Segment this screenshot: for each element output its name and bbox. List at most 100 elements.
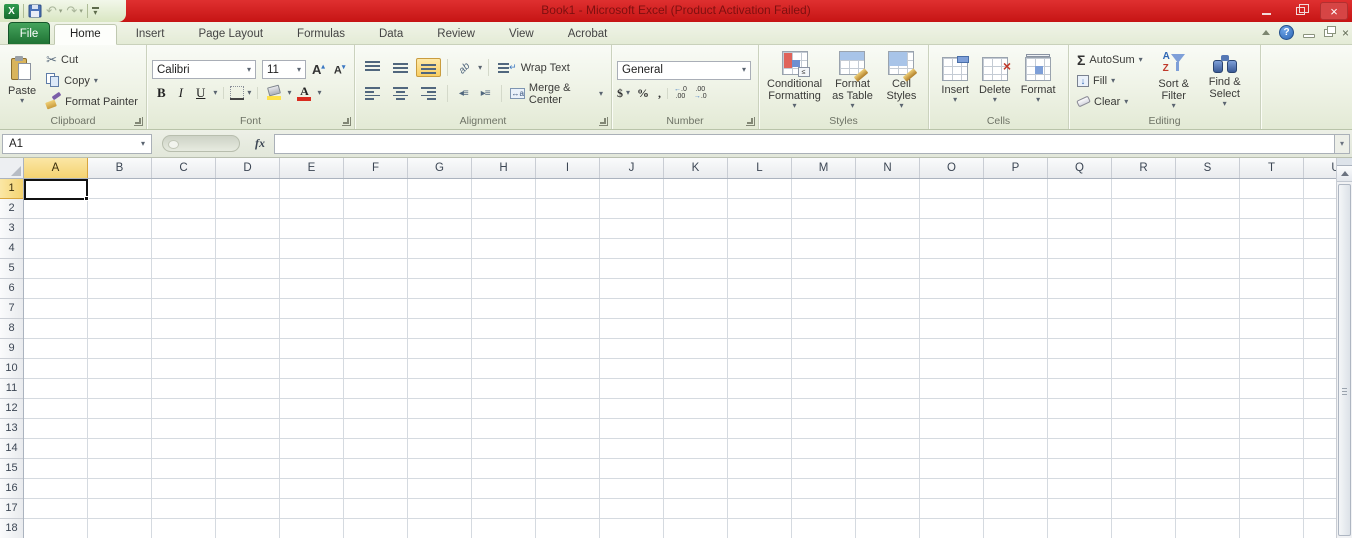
- delete-dropdown-icon[interactable]: ▾: [993, 96, 997, 104]
- increase-indent-icon[interactable]: ▸≡: [476, 85, 495, 102]
- tab-formulas[interactable]: Formulas: [282, 25, 360, 44]
- formula-input[interactable]: [274, 133, 1334, 154]
- tab-data[interactable]: Data: [364, 25, 418, 44]
- percent-icon[interactable]: %: [637, 86, 649, 101]
- minimize-icon[interactable]: [1252, 2, 1280, 20]
- name-box-dropdown-icon[interactable]: ▾: [141, 139, 145, 148]
- tab-insert[interactable]: Insert: [121, 25, 180, 44]
- clipboard-dialog-launcher-icon[interactable]: [134, 117, 143, 126]
- scroll-up-icon[interactable]: [1337, 166, 1352, 182]
- font-dialog-launcher-icon[interactable]: [342, 117, 351, 126]
- row-header-16[interactable]: 16: [0, 479, 23, 499]
- row-header-17[interactable]: 17: [0, 499, 23, 519]
- conditional-formatting-button[interactable]: ≤ Conditional Formatting ▾: [764, 49, 825, 112]
- format-as-table-button[interactable]: Format as Table ▾: [827, 49, 878, 112]
- row-header-5[interactable]: 5: [0, 259, 23, 279]
- column-header-J[interactable]: J: [600, 158, 664, 178]
- orientation-dropdown-icon[interactable]: ▾: [478, 63, 482, 72]
- cell-styles-dropdown-icon[interactable]: ▾: [899, 102, 903, 110]
- format-cells-button[interactable]: Format ▾: [1018, 54, 1059, 106]
- select-all-corner[interactable]: [0, 158, 24, 179]
- column-header-P[interactable]: P: [984, 158, 1048, 178]
- cells-area[interactable]: [24, 179, 1336, 538]
- format-painter-button[interactable]: Format Painter: [43, 91, 141, 112]
- workbook-minimize-icon[interactable]: [1303, 33, 1315, 38]
- row-header-15[interactable]: 15: [0, 459, 23, 479]
- cut-button[interactable]: ✂ Cut: [43, 49, 141, 70]
- row-header-14[interactable]: 14: [0, 439, 23, 459]
- tab-view[interactable]: View: [494, 25, 549, 44]
- name-box[interactable]: A1 ▾: [2, 133, 152, 154]
- font-color-dropdown-icon[interactable]: ▾: [317, 89, 321, 97]
- row-header-3[interactable]: 3: [0, 219, 23, 239]
- row-header-6[interactable]: 6: [0, 279, 23, 299]
- currency-dropdown-icon[interactable]: ▾: [626, 89, 630, 97]
- align-left-icon[interactable]: [360, 84, 385, 103]
- alignment-dialog-launcher-icon[interactable]: [599, 117, 608, 126]
- column-header-B[interactable]: B: [88, 158, 152, 178]
- tab-acrobat[interactable]: Acrobat: [553, 25, 623, 44]
- column-header-E[interactable]: E: [280, 158, 344, 178]
- selected-cell-a1[interactable]: [24, 179, 89, 201]
- font-size-select[interactable]: 11 ▾: [262, 60, 306, 79]
- insert-cells-button[interactable]: Insert ▾: [938, 55, 972, 106]
- shrink-font-icon[interactable]: A▾: [331, 63, 348, 77]
- column-header-M[interactable]: M: [792, 158, 856, 178]
- wrap-text-button[interactable]: ↵ Wrap Text: [495, 57, 573, 78]
- column-header-A[interactable]: A: [24, 158, 88, 178]
- copy-dropdown-icon[interactable]: ▾: [94, 76, 98, 85]
- conditional-formatting-dropdown-icon[interactable]: ▾: [793, 102, 797, 110]
- sort-filter-button[interactable]: AZ Sort & Filter ▾: [1152, 49, 1196, 112]
- autosum-button[interactable]: Σ AutoSum ▾: [1074, 49, 1146, 70]
- decrease-decimal-icon[interactable]: .00 →.0: [694, 86, 707, 100]
- row-header-7[interactable]: 7: [0, 299, 23, 319]
- font-name-select[interactable]: Calibri ▾: [152, 60, 256, 79]
- tab-page-layout[interactable]: Page Layout: [183, 25, 278, 44]
- column-header-I[interactable]: I: [536, 158, 600, 178]
- column-header-O[interactable]: O: [920, 158, 984, 178]
- comma-icon[interactable]: ,: [658, 86, 661, 101]
- scrollbar-thumb[interactable]: [1338, 184, 1351, 536]
- workbook-restore-icon[interactable]: [1324, 25, 1336, 37]
- autosum-dropdown-icon[interactable]: ▾: [1139, 55, 1143, 64]
- row-header-18[interactable]: 18: [0, 519, 23, 538]
- clear-dropdown-icon[interactable]: ▾: [1124, 97, 1128, 106]
- row-header-12[interactable]: 12: [0, 399, 23, 419]
- column-header-H[interactable]: H: [472, 158, 536, 178]
- help-icon[interactable]: ?: [1279, 25, 1294, 40]
- column-header-T[interactable]: T: [1240, 158, 1304, 178]
- column-header-U[interactable]: U: [1304, 158, 1336, 178]
- row-header-10[interactable]: 10: [0, 359, 23, 379]
- row-header-1[interactable]: 1: [0, 179, 23, 199]
- paste-button[interactable]: Paste ▾: [5, 54, 39, 107]
- column-header-C[interactable]: C: [152, 158, 216, 178]
- number-dialog-launcher-icon[interactable]: [746, 117, 755, 126]
- formula-bar-resize-handle[interactable]: [162, 135, 240, 152]
- align-top-icon[interactable]: [360, 58, 385, 77]
- align-center-icon[interactable]: [388, 84, 413, 103]
- paste-dropdown-icon[interactable]: ▾: [20, 97, 24, 105]
- sort-filter-dropdown-icon[interactable]: ▾: [1172, 102, 1176, 110]
- cell-styles-button[interactable]: Cell Styles ▾: [880, 49, 923, 112]
- merge-center-button[interactable]: ↔a Merge & Center ▾: [507, 82, 606, 106]
- fill-handle[interactable]: [84, 196, 89, 201]
- borders-icon[interactable]: [230, 86, 245, 100]
- close-icon[interactable]: ×: [1320, 2, 1348, 20]
- row-header-9[interactable]: 9: [0, 339, 23, 359]
- underline-dropdown-icon[interactable]: ▾: [213, 89, 217, 97]
- vertical-scrollbar[interactable]: [1336, 158, 1352, 538]
- find-select-dropdown-icon[interactable]: ▾: [1223, 100, 1227, 108]
- align-right-icon[interactable]: [416, 84, 441, 103]
- clear-button[interactable]: Clear ▾: [1074, 91, 1146, 112]
- row-header-4[interactable]: 4: [0, 239, 23, 259]
- fill-color-dropdown-icon[interactable]: ▾: [287, 89, 291, 97]
- find-select-button[interactable]: Find & Select ▾: [1202, 51, 1248, 110]
- tab-file[interactable]: File: [8, 22, 50, 44]
- row-header-2[interactable]: 2: [0, 199, 23, 219]
- row-header-8[interactable]: 8: [0, 319, 23, 339]
- column-header-Q[interactable]: Q: [1048, 158, 1112, 178]
- tab-home[interactable]: Home: [54, 24, 117, 45]
- column-header-S[interactable]: S: [1176, 158, 1240, 178]
- row-header-13[interactable]: 13: [0, 419, 23, 439]
- copy-button[interactable]: Copy ▾: [43, 70, 141, 91]
